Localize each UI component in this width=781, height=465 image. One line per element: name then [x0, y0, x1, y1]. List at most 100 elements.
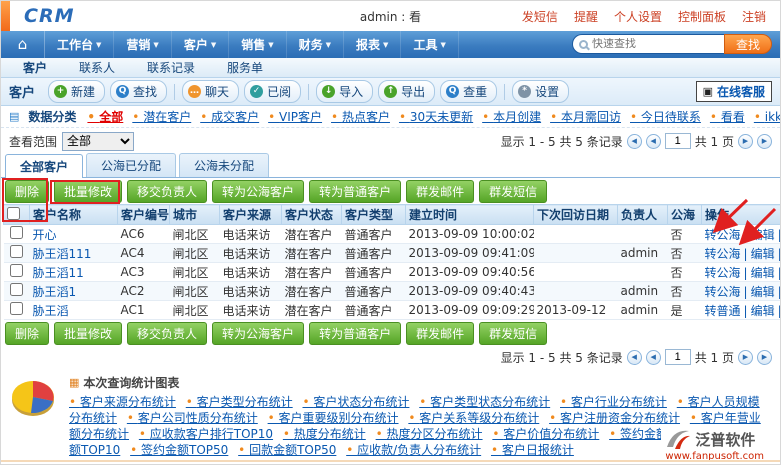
op-to-public-link[interactable]: 转公海	[705, 247, 741, 261]
to-normal-customer-button[interactable]: 转为普通客户	[309, 322, 401, 345]
op-to-normal-link[interactable]: 转普通	[705, 304, 741, 318]
category-custom-2[interactable]: ikk	[754, 110, 781, 124]
last-page-button[interactable]: ▶	[757, 134, 772, 149]
row-checkbox[interactable]	[10, 283, 23, 296]
stat-link[interactable]: 客户重要级别分布统计	[268, 411, 399, 425]
to-normal-customer-button[interactable]: 转为普通客户	[309, 180, 401, 203]
delete-button[interactable]: 删除	[5, 180, 49, 203]
home-icon[interactable]: ⌂	[1, 31, 45, 58]
stat-link[interactable]: 客户价值分布统计	[492, 427, 599, 441]
next-page-button[interactable]: ▶	[738, 350, 753, 365]
op-edit-link[interactable]: 编辑	[741, 228, 775, 242]
transfer-owner-button[interactable]: 移交负责人	[127, 322, 207, 345]
customer-name-link[interactable]: 胁王滔111	[33, 247, 92, 261]
batch-edit-button[interactable]: 批量修改	[54, 322, 122, 345]
search-button[interactable]: 查找	[724, 34, 772, 54]
stat-link[interactable]: 签约金额TOP50	[130, 443, 228, 457]
customer-name-link[interactable]: 开心	[33, 228, 57, 242]
find-button[interactable]: Q 查找	[110, 80, 167, 103]
op-to-public-link[interactable]: 转公海	[705, 285, 741, 299]
stat-link[interactable]: 客户行业分布统计	[560, 395, 667, 409]
stat-link[interactable]: 客户公司性质分布统计	[127, 411, 258, 425]
customer-name-link[interactable]: 胁王滔	[33, 304, 69, 318]
stat-link[interactable]: 客户日报统计	[491, 443, 574, 457]
stat-link[interactable]: 应收款客户排行TOP10	[139, 427, 273, 441]
online-service-button[interactable]: ▣ 在线客服	[696, 81, 772, 102]
customer-name-link[interactable]: 胁王滔1	[33, 285, 77, 299]
row-checkbox[interactable]	[10, 264, 23, 277]
duplicate-check-button[interactable]: Q 查重	[440, 80, 497, 103]
op-edit-link[interactable]: 编辑	[741, 247, 775, 261]
tab-public-unassigned[interactable]: 公海未分配	[179, 153, 269, 177]
logout-link[interactable]: 注销	[742, 8, 766, 25]
delete-button[interactable]: 删除	[5, 322, 49, 345]
category-30days[interactable]: 30天未更新	[399, 108, 473, 125]
stat-link[interactable]: 回款金额TOP50	[238, 443, 336, 457]
mass-sms-button[interactable]: 群发短信	[479, 322, 547, 345]
quick-search-input[interactable]	[592, 38, 710, 50]
mass-email-button[interactable]: 群发邮件	[406, 322, 474, 345]
row-checkbox[interactable]	[10, 245, 23, 258]
nav-item-marketing[interactable]: 营销 ▼	[114, 31, 171, 58]
prev-page-button[interactable]: ◀	[646, 134, 661, 149]
subnav-item-contact-records[interactable]: 联系记录	[131, 58, 211, 78]
category-all[interactable]: 全部	[87, 108, 123, 125]
reminder-link[interactable]: 提醒	[574, 8, 598, 25]
to-public-pool-button[interactable]: 转为公海客户	[212, 180, 304, 203]
mass-email-button[interactable]: 群发邮件	[406, 180, 474, 203]
stat-link[interactable]: 客户来源分布统计	[69, 395, 176, 409]
op-edit-link[interactable]: 编辑	[741, 285, 775, 299]
mass-sms-button[interactable]: 群发短信	[479, 180, 547, 203]
subnav-item-contacts[interactable]: 联系人	[63, 58, 131, 78]
row-checkbox[interactable]	[10, 302, 23, 315]
category-contact-today[interactable]: 今日待联系	[630, 108, 701, 125]
category-deal[interactable]: 成交客户	[200, 108, 259, 125]
page-input[interactable]	[665, 133, 691, 149]
op-to-public-link[interactable]: 转公海	[705, 266, 741, 280]
first-page-button[interactable]: ◀	[627, 134, 642, 149]
new-button[interactable]: + 新建	[48, 80, 105, 103]
chat-button[interactable]: … 聊天	[182, 80, 239, 103]
next-page-button[interactable]: ▶	[738, 134, 753, 149]
op-delete-link[interactable]: 删除	[775, 304, 781, 318]
stat-link[interactable]: 应收款/负责人分布统计	[346, 443, 481, 457]
prev-page-button[interactable]: ◀	[646, 350, 661, 365]
stat-link[interactable]: 热度分布统计	[283, 427, 366, 441]
op-delete-link[interactable]: 删除	[775, 285, 781, 299]
op-to-public-link[interactable]: 转公海	[705, 228, 741, 242]
nav-item-customer[interactable]: 客户 ▼	[172, 31, 229, 58]
to-public-pool-button[interactable]: 转为公海客户	[212, 322, 304, 345]
select-all-checkbox[interactable]	[7, 207, 20, 220]
stat-link[interactable]: 客户注册资金分布统计	[549, 411, 680, 425]
nav-item-finance[interactable]: 财务 ▼	[287, 31, 344, 58]
tab-all-customers[interactable]: 全部客户	[5, 154, 83, 178]
nav-item-tools[interactable]: 工具 ▼	[401, 31, 458, 58]
settings-button[interactable]: * 设置	[512, 80, 569, 103]
mark-read-button[interactable]: ✓ 已阅	[244, 80, 301, 103]
stat-link[interactable]: 客户类型分布统计	[186, 395, 293, 409]
category-vip[interactable]: VIP客户	[268, 108, 322, 125]
category-potential[interactable]: 潜在客户	[132, 108, 191, 125]
batch-edit-button[interactable]: 批量修改	[54, 180, 122, 203]
category-custom-1[interactable]: 看看	[710, 108, 745, 125]
op-delete-link[interactable]: 删除	[775, 228, 781, 242]
transfer-owner-button[interactable]: 移交负责人	[127, 180, 207, 203]
op-edit-link[interactable]: 编辑	[741, 304, 775, 318]
personal-settings-link[interactable]: 个人设置	[614, 8, 662, 25]
import-button[interactable]: ↓ 导入	[316, 80, 373, 103]
stat-link[interactable]: 客户关系等级分布统计	[408, 411, 539, 425]
nav-item-reports[interactable]: 报表 ▼	[344, 31, 401, 58]
subnav-item-customer[interactable]: 客户	[7, 58, 63, 78]
category-hot[interactable]: 热点客户	[331, 108, 390, 125]
customer-name-link[interactable]: 胁王滔11	[33, 266, 84, 280]
tab-public-assigned[interactable]: 公海已分配	[86, 153, 176, 177]
stat-link[interactable]: 热度分区分布统计	[376, 427, 483, 441]
control-panel-link[interactable]: 控制面板	[678, 8, 726, 25]
row-checkbox[interactable]	[10, 226, 23, 239]
category-revisit-this-month[interactable]: 本月需回访	[550, 108, 621, 125]
op-delete-link[interactable]: 删除	[775, 247, 781, 261]
first-page-button[interactable]: ◀	[627, 350, 642, 365]
op-delete-link[interactable]: 删除	[775, 266, 781, 280]
export-button[interactable]: ↑ 导出	[378, 80, 435, 103]
stat-link[interactable]: 客户状态分布统计	[303, 395, 410, 409]
